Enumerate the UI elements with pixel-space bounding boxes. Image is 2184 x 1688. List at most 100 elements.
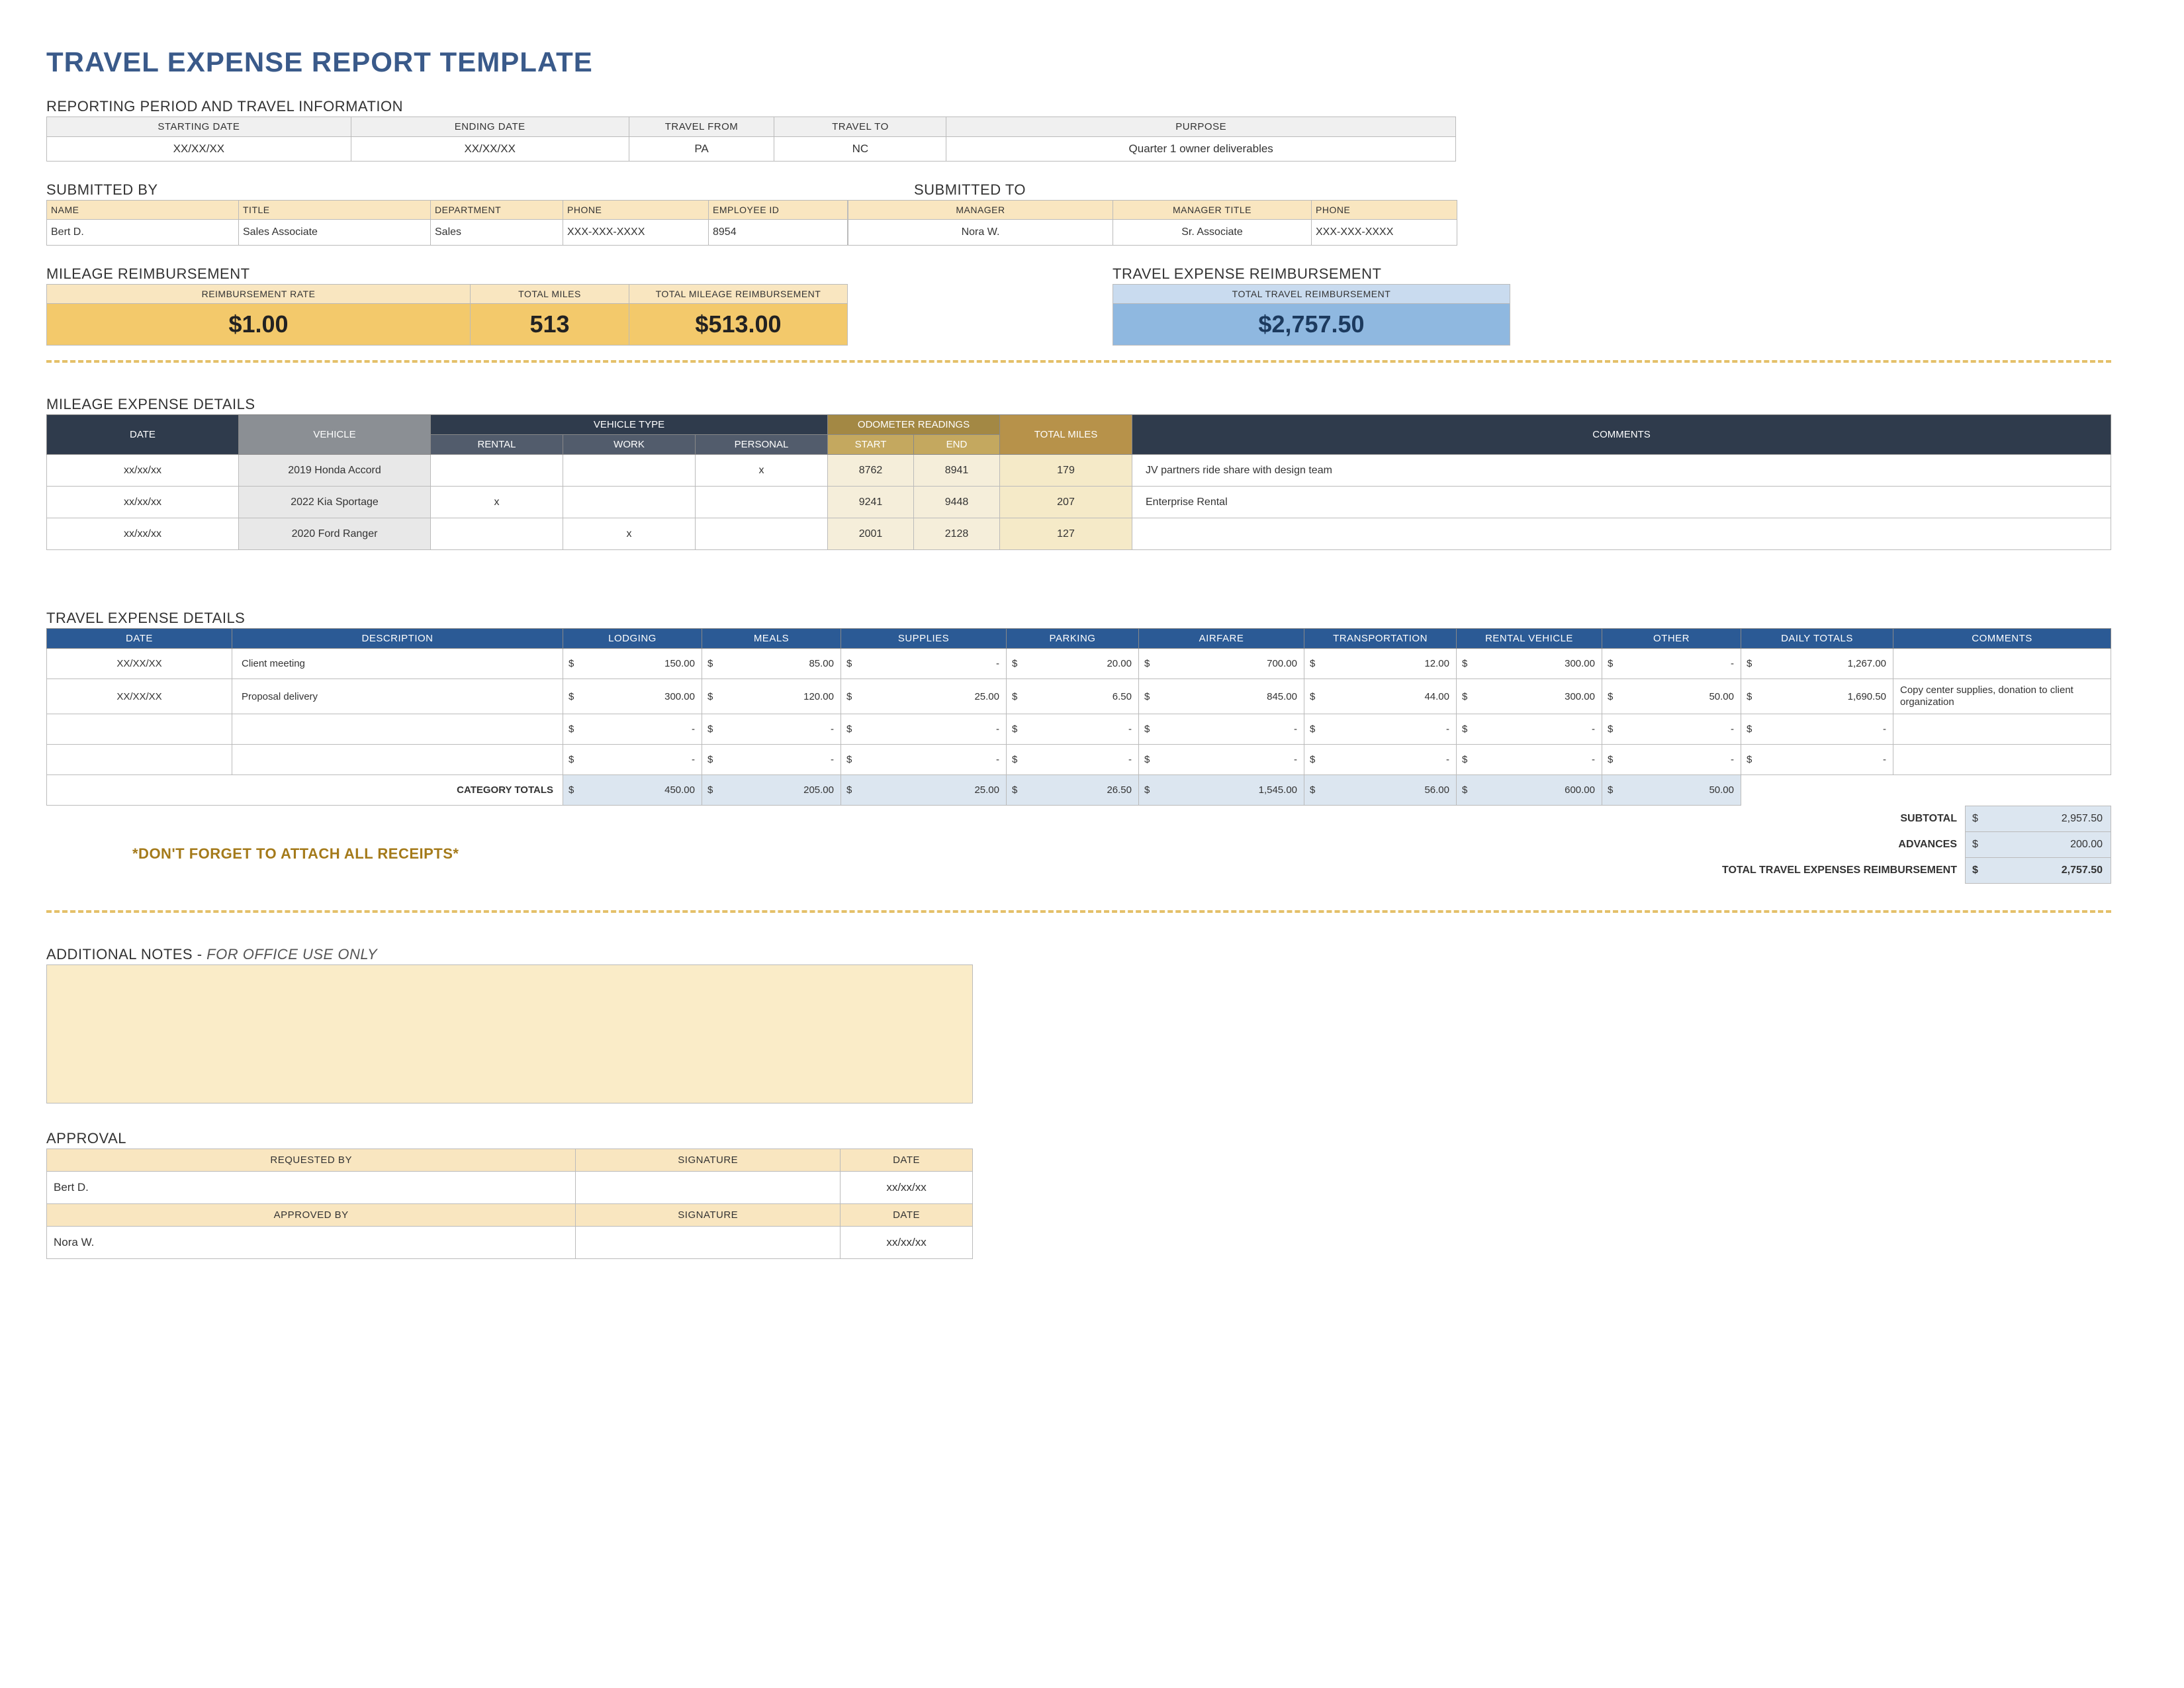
td-desc[interactable]: Client meeting — [232, 649, 563, 679]
md-end[interactable]: 9448 — [914, 487, 1000, 518]
md-start[interactable]: 9241 — [828, 487, 914, 518]
td-airfare[interactable]: $- — [1139, 714, 1304, 745]
td-desc[interactable] — [232, 745, 563, 775]
md-date[interactable]: xx/xx/xx — [47, 518, 239, 550]
total-reim-value: $2,757.50 — [1966, 858, 2111, 884]
md-comments[interactable]: Enterprise Rental — [1132, 487, 2111, 518]
sb-dept-value[interactable]: Sales — [431, 220, 563, 246]
app-name[interactable]: Nora W. — [47, 1227, 576, 1259]
sb-eid-value[interactable]: 8954 — [709, 220, 848, 246]
md-rental[interactable] — [431, 518, 563, 550]
md-date[interactable]: xx/xx/xx — [47, 455, 239, 487]
td-airfare[interactable]: $700.00 — [1139, 649, 1304, 679]
table-row: XX/XX/XXProposal delivery$300.00$120.00$… — [47, 679, 2111, 714]
td-airfare-header: AIRFARE — [1139, 629, 1304, 649]
td-airfare[interactable]: $845.00 — [1139, 679, 1304, 714]
md-date[interactable]: xx/xx/xx — [47, 487, 239, 518]
period-end-value[interactable]: XX/XX/XX — [351, 137, 629, 162]
td-airfare[interactable]: $- — [1139, 745, 1304, 775]
req-sig[interactable] — [576, 1172, 841, 1204]
td-meals[interactable]: $- — [702, 714, 841, 745]
td-rental[interactable]: $300.00 — [1457, 649, 1602, 679]
td-parking[interactable]: $- — [1007, 745, 1139, 775]
table-row: Bert D. xx/xx/xx — [47, 1172, 973, 1204]
td-date[interactable]: XX/XX/XX — [47, 679, 232, 714]
period-table: STARTING DATE ENDING DATE TRAVEL FROM TR… — [46, 117, 1456, 162]
td-supplies[interactable]: $- — [841, 745, 1007, 775]
md-rental[interactable] — [431, 455, 563, 487]
cat-label: CATEGORY TOTALS — [47, 775, 563, 806]
md-total: 179 — [1000, 455, 1132, 487]
td-parking[interactable]: $20.00 — [1007, 649, 1139, 679]
md-vehicle[interactable]: 2022 Kia Sportage — [239, 487, 431, 518]
md-end[interactable]: 8941 — [914, 455, 1000, 487]
td-transport[interactable]: $- — [1304, 714, 1457, 745]
td-lodging[interactable]: $150.00 — [563, 649, 702, 679]
sb-name-value[interactable]: Bert D. — [47, 220, 239, 246]
td-transport[interactable]: $- — [1304, 745, 1457, 775]
app-sig[interactable] — [576, 1227, 841, 1259]
mr-miles-value: 513 — [471, 304, 629, 346]
st-manager-value[interactable]: Nora W. — [848, 220, 1113, 246]
sb-title-value[interactable]: Sales Associate — [239, 220, 431, 246]
td-parking[interactable]: $- — [1007, 714, 1139, 745]
md-rental[interactable]: x — [431, 487, 563, 518]
md-personal[interactable]: x — [696, 455, 828, 487]
td-lodging[interactable]: $- — [563, 745, 702, 775]
td-date[interactable] — [47, 714, 232, 745]
td-other[interactable]: $- — [1602, 649, 1741, 679]
st-title-value[interactable]: Sr. Associate — [1113, 220, 1312, 246]
app-date[interactable]: xx/xx/xx — [841, 1227, 973, 1259]
md-vehicle[interactable]: 2019 Honda Accord — [239, 455, 431, 487]
td-meals[interactable]: $85.00 — [702, 649, 841, 679]
additional-notes-input[interactable] — [46, 964, 973, 1103]
page-title: TRAVEL EXPENSE REPORT TEMPLATE — [46, 46, 2138, 78]
td-rental[interactable]: $- — [1457, 745, 1602, 775]
td-comments[interactable]: Copy center supplies, donation to client… — [1893, 679, 2111, 714]
td-comments[interactable] — [1893, 745, 2111, 775]
td-other[interactable]: $- — [1602, 714, 1741, 745]
md-work[interactable]: x — [563, 518, 696, 550]
td-lodging[interactable]: $300.00 — [563, 679, 702, 714]
td-other[interactable]: $50.00 — [1602, 679, 1741, 714]
sb-phone-value[interactable]: XXX-XXX-XXXX — [563, 220, 709, 246]
td-desc[interactable] — [232, 714, 563, 745]
md-work[interactable] — [563, 487, 696, 518]
md-vehicle[interactable]: 2020 Ford Ranger — [239, 518, 431, 550]
md-comments[interactable]: JV partners ride share with design team — [1132, 455, 2111, 487]
td-rental[interactable]: $300.00 — [1457, 679, 1602, 714]
md-start[interactable]: 8762 — [828, 455, 914, 487]
md-work[interactable] — [563, 455, 696, 487]
td-meals[interactable]: $- — [702, 745, 841, 775]
td-transport[interactable]: $44.00 — [1304, 679, 1457, 714]
req-date[interactable]: xx/xx/xx — [841, 1172, 973, 1204]
td-supplies[interactable]: $- — [841, 714, 1007, 745]
period-start-value[interactable]: XX/XX/XX — [47, 137, 351, 162]
md-start[interactable]: 2001 — [828, 518, 914, 550]
td-other[interactable]: $- — [1602, 745, 1741, 775]
td-comments[interactable] — [1893, 649, 2111, 679]
td-transport[interactable]: $12.00 — [1304, 649, 1457, 679]
td-lodging[interactable]: $- — [563, 714, 702, 745]
advances-value[interactable]: $200.00 — [1966, 832, 2111, 858]
md-end[interactable]: 2128 — [914, 518, 1000, 550]
period-purpose-value[interactable]: Quarter 1 owner deliverables — [946, 137, 1456, 162]
req-name[interactable]: Bert D. — [47, 1172, 576, 1204]
period-from-header: TRAVEL FROM — [629, 117, 774, 137]
md-comments[interactable] — [1132, 518, 2111, 550]
td-supplies[interactable]: $- — [841, 649, 1007, 679]
md-personal[interactable] — [696, 487, 828, 518]
td-meals[interactable]: $120.00 — [702, 679, 841, 714]
st-phone-value[interactable]: XXX-XXX-XXXX — [1312, 220, 1457, 246]
td-comments[interactable] — [1893, 714, 2111, 745]
td-date[interactable] — [47, 745, 232, 775]
td-desc[interactable]: Proposal delivery — [232, 679, 563, 714]
td-date[interactable]: XX/XX/XX — [47, 649, 232, 679]
period-to-value[interactable]: NC — [774, 137, 946, 162]
td-rental[interactable]: $- — [1457, 714, 1602, 745]
sig-header: SIGNATURE — [576, 1149, 841, 1172]
period-from-value[interactable]: PA — [629, 137, 774, 162]
td-parking[interactable]: $6.50 — [1007, 679, 1139, 714]
td-supplies[interactable]: $25.00 — [841, 679, 1007, 714]
md-personal[interactable] — [696, 518, 828, 550]
